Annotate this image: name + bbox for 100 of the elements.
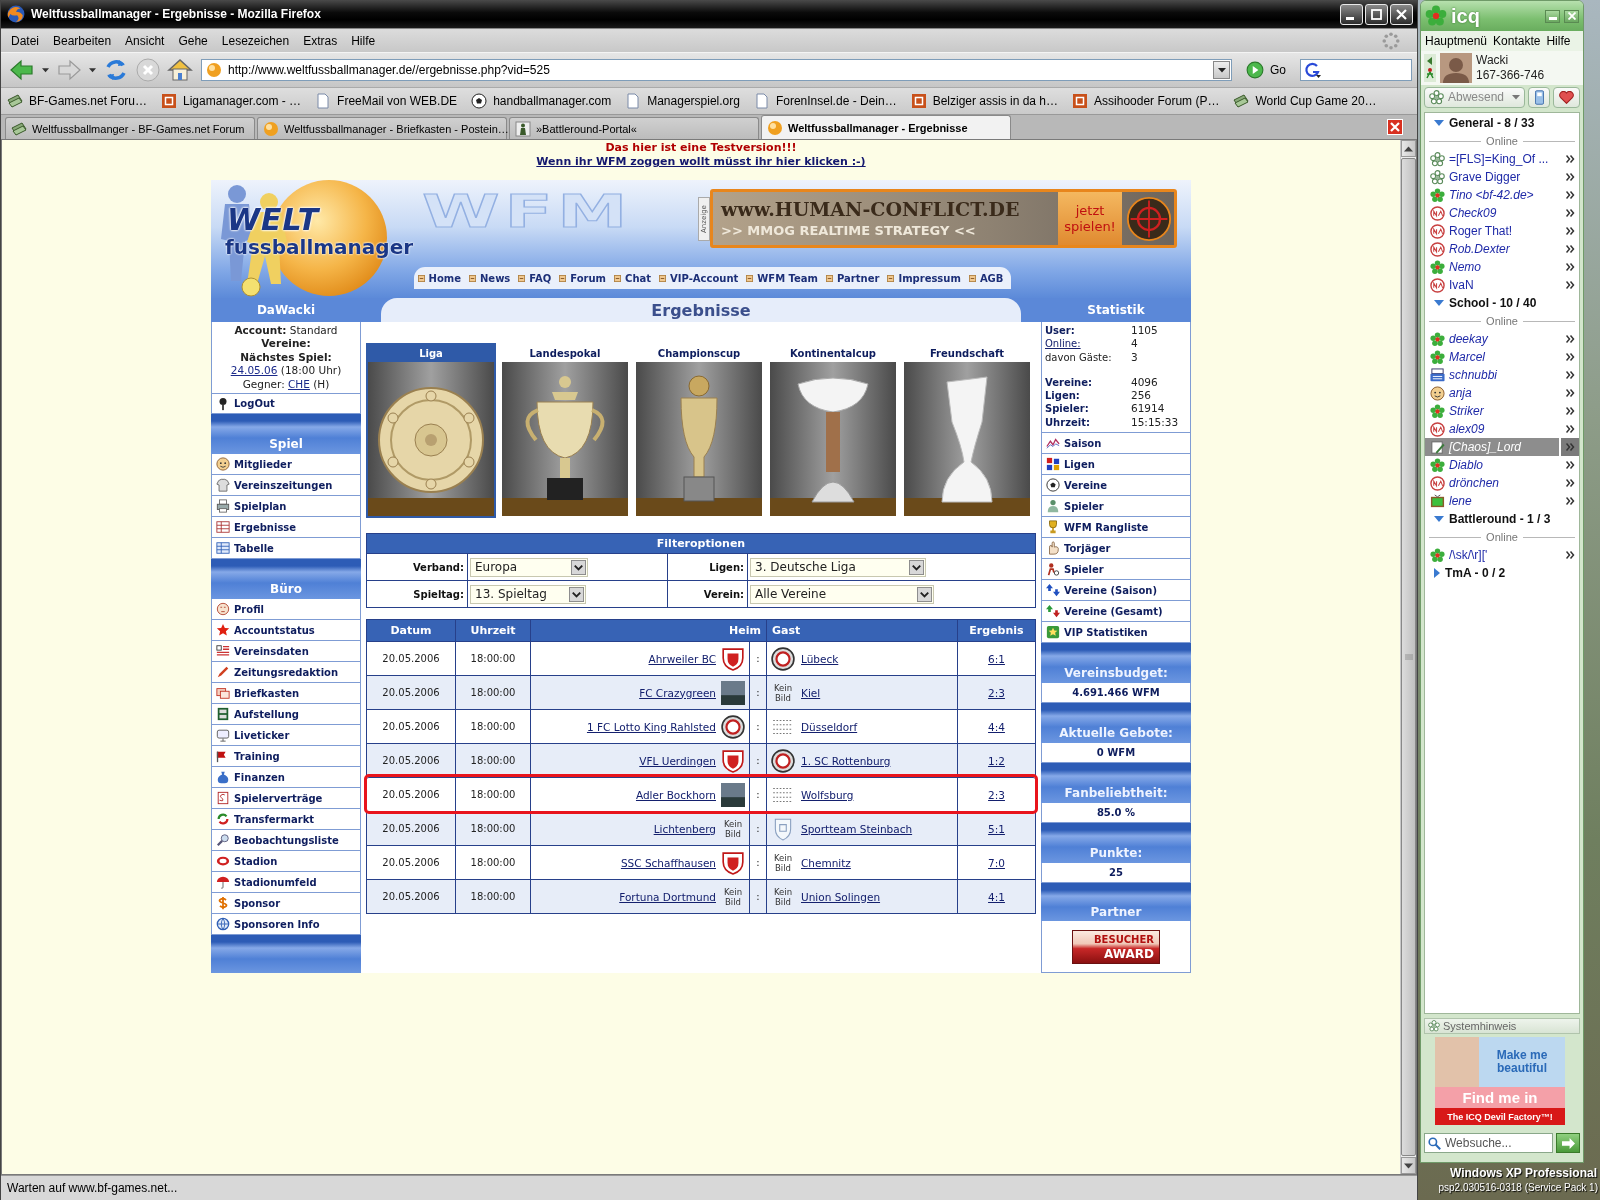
sidebar-item[interactable]: Beobachtungsliste: [211, 830, 361, 851]
contact-item[interactable]: alex09: [1425, 420, 1559, 438]
contact-item[interactable]: Marcel: [1425, 348, 1559, 366]
team-link[interactable]: Chemnitz: [801, 856, 851, 869]
team-link[interactable]: FC Crazygreen: [639, 686, 716, 699]
result-link[interactable]: 4:1: [988, 890, 1005, 903]
sidebar-item[interactable]: Zeitungsredaktion: [211, 662, 361, 683]
sidebar-item[interactable]: Vereine (Saison): [1041, 580, 1191, 601]
cup-tab[interactable]: Kontinentalcup: [768, 343, 898, 518]
sidebar-item[interactable]: Mitglieder: [211, 454, 361, 475]
close-tab-button[interactable]: [1387, 119, 1403, 135]
history-dropdown-button[interactable]: [39, 67, 52, 73]
menu-item[interactable]: Gehe: [171, 31, 215, 50]
group-header[interactable]: Battleround - 1 / 3: [1425, 510, 1579, 528]
group-header[interactable]: TmA - 0 / 2: [1425, 564, 1579, 582]
nav-link[interactable]: Home: [428, 272, 461, 284]
nav-link[interactable]: Partner: [837, 272, 880, 284]
sidebar-item[interactable]: Stadionumfeld: [211, 872, 361, 893]
sidebar-item[interactable]: Sponsoren Info: [211, 914, 361, 935]
contact-item[interactable]: =[FLS]=King_Of ...: [1425, 150, 1559, 168]
menu-item[interactable]: Kontakte: [1491, 34, 1543, 48]
dropdown[interactable]: 3. Deutsche Liga: [750, 557, 926, 577]
tab[interactable]: »Battleround-Portal«: [509, 117, 759, 139]
sidebar-item[interactable]: Spieler: [1041, 559, 1191, 580]
menu-item[interactable]: Hilfe: [344, 31, 383, 50]
advertisement-banner[interactable]: Make me beautiful Find me in The ICQ Devil Factory™!: [1435, 1037, 1565, 1125]
history-dropdown-button[interactable]: [1213, 61, 1230, 79]
result-link[interactable]: 6:1: [988, 652, 1005, 665]
bookmark-item[interactable]: handballmanager.com: [471, 93, 612, 109]
bookmark-item[interactable]: ForenInsel.de - Dein…: [753, 93, 897, 109]
sidebar-item[interactable]: Spielplan: [211, 496, 361, 517]
contact-item[interactable]: Nemo: [1425, 258, 1559, 276]
menu-item[interactable]: Lesezeichen: [214, 31, 297, 50]
menu-item[interactable]: Ansicht: [118, 31, 172, 50]
result-link[interactable]: 1:2: [988, 754, 1005, 767]
sidebar-item[interactable]: Ergebnisse: [211, 517, 361, 538]
contact-item[interactable]: deekay: [1425, 330, 1559, 348]
result-link[interactable]: 2:3: [988, 788, 1005, 801]
team-link[interactable]: Lübeck: [801, 652, 839, 665]
team-link[interactable]: 1. SC Rottenburg: [801, 754, 891, 767]
cup-tab[interactable]: Freundschaft: [902, 343, 1032, 518]
contact-item[interactable]: lene: [1425, 492, 1559, 510]
result-link[interactable]: 7:0: [988, 856, 1005, 869]
nav-link[interactable]: Forum: [570, 272, 607, 284]
contact-item[interactable]: Diablo: [1425, 456, 1559, 474]
bookmark-item[interactable]: BF-Games.net Foru…: [7, 93, 148, 109]
info-link[interactable]: CHE: [288, 377, 310, 390]
sidebar-item[interactable]: Finanzen: [211, 767, 361, 788]
sidebar-item[interactable]: Saison: [1041, 433, 1191, 454]
team-link[interactable]: 1 FC Lotto King Rahlsted: [586, 720, 716, 733]
sidebar-item[interactable]: Spielerverträge: [211, 788, 361, 809]
bookmark-item[interactable]: World Cup Game 20…: [1233, 93, 1377, 109]
history-dropdown-button[interactable]: [86, 67, 99, 73]
sidebar-item[interactable]: Ligen: [1041, 454, 1191, 475]
sidebar-item[interactable]: Briefkasten: [211, 683, 361, 704]
sidebar-item[interactable]: Stadion: [211, 851, 361, 872]
team-link[interactable]: Fortuna Dortmund: [619, 890, 716, 903]
scroll-up-button[interactable]: [1401, 140, 1416, 157]
sidebar-item[interactable]: VIP Statistiken: [1041, 622, 1191, 643]
contact-item[interactable]: Rob.Dexter: [1425, 240, 1559, 258]
sidebar-item[interactable]: Vereine: [1041, 475, 1191, 496]
sidebar-item[interactable]: Tabelle: [211, 538, 361, 559]
web-search-field[interactable]: Websuche...: [1424, 1133, 1553, 1153]
menu-item[interactable]: Hauptmenü: [1423, 34, 1490, 48]
menu-item[interactable]: Extras: [296, 31, 345, 50]
sidebar-item[interactable]: Torjäger: [1041, 538, 1191, 559]
dropdown[interactable]: Alle Vereine: [750, 584, 934, 604]
menu-item[interactable]: Hilfe: [1544, 34, 1573, 48]
nav-link[interactable]: WFM Team: [757, 272, 819, 284]
sidebar-item[interactable]: WFM Rangliste: [1041, 517, 1191, 538]
nav-link[interactable]: FAQ: [529, 272, 552, 284]
menu-item[interactable]: Datei: [4, 31, 46, 50]
contact-item[interactable]: Grave Digger: [1425, 168, 1559, 186]
tab[interactable]: Weltfussballmanger - BF-Games.net Forum: [5, 117, 255, 139]
group-header[interactable]: General - 8 / 33: [1425, 114, 1579, 132]
sidebar-item[interactable]: Vereinsdaten: [211, 641, 361, 662]
sidebar-item[interactable]: Sponsor: [211, 893, 361, 914]
contact-item[interactable]: IvaN: [1425, 276, 1559, 294]
sidebar-item[interactable]: Training: [211, 746, 361, 767]
nav-link[interactable]: News: [480, 272, 511, 284]
bookmark-item[interactable]: FreeMail von WEB.DE: [315, 93, 458, 109]
contact-item[interactable]: Tino <bf-42.de>: [1425, 186, 1559, 204]
search-field[interactable]: [1300, 59, 1412, 81]
cup-tab[interactable]: Championscup: [634, 343, 764, 518]
nav-link[interactable]: Impressum: [898, 272, 961, 284]
team-link[interactable]: Sportteam Steinbach: [801, 822, 913, 835]
bookmark-item[interactable]: Managerspiel.org: [625, 93, 740, 109]
team-link[interactable]: Kiel: [801, 686, 821, 699]
result-link[interactable]: 4:4: [988, 720, 1005, 733]
maximize-button[interactable]: [1365, 3, 1388, 25]
cup-tab[interactable]: Landespokal: [500, 343, 630, 518]
team-link[interactable]: Adler Bockhorn: [635, 788, 716, 801]
heart-button[interactable]: [1552, 86, 1580, 108]
stat-link[interactable]: Online:: [1045, 337, 1081, 351]
sidebar-item[interactable]: Aufstellung: [211, 704, 361, 725]
cup-tab[interactable]: Liga: [366, 343, 496, 518]
team-link[interactable]: VFL Uerdingen: [639, 754, 716, 767]
result-link[interactable]: 2:3: [988, 686, 1005, 699]
go-button[interactable]: Go: [1242, 61, 1290, 79]
nav-link[interactable]: Chat: [625, 272, 652, 284]
